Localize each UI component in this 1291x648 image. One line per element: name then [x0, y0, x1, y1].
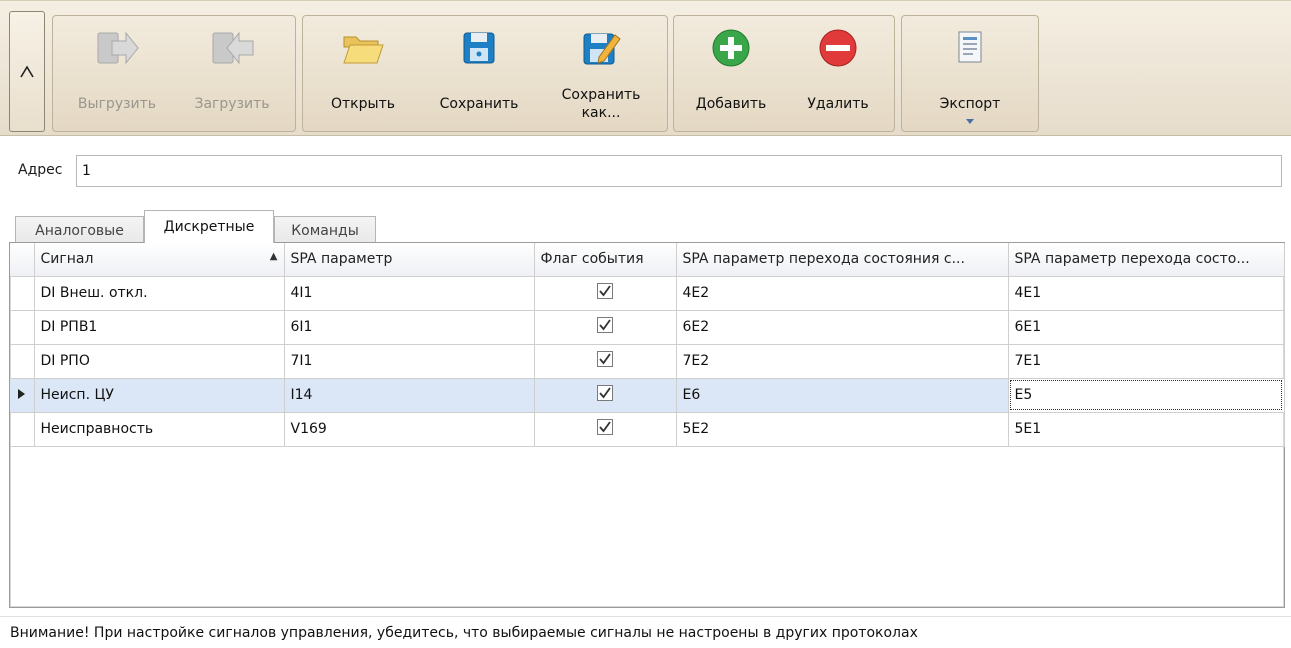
upload-label: Выгрузить — [77, 96, 157, 112]
tab-commands[interactable]: Команды — [274, 216, 376, 244]
cell-transition-2-focused[interactable]: E5 — [1008, 378, 1285, 413]
cell-event-flag[interactable] — [534, 310, 677, 345]
checkbox-checked-icon[interactable] — [597, 351, 613, 367]
upload-button[interactable]: Выгрузить — [61, 16, 173, 131]
floppy-disk-icon — [455, 24, 503, 72]
cell-transition-2[interactable]: 5E1 — [1008, 412, 1285, 447]
table-header-row: Сигнал ▲ SPA параметр Флаг события SPA п… — [10, 243, 1285, 277]
row-indicator-header — [10, 243, 35, 277]
column-header-signal[interactable]: Сигнал ▲ — [34, 243, 285, 277]
column-header-label: Сигнал — [40, 251, 94, 268]
column-header-transition-2[interactable]: SPA параметр перехода состо... — [1008, 243, 1285, 277]
collapse-ribbon-button[interactable] — [9, 11, 45, 132]
cell-spa[interactable]: 4I1 — [284, 276, 535, 311]
column-header-event-flag[interactable]: Флаг события — [534, 243, 677, 277]
cell-event-flag[interactable] — [534, 276, 677, 311]
signals-table: Сигнал ▲ SPA параметр Флаг события SPA п… — [10, 243, 1285, 447]
row-indicator[interactable] — [10, 344, 35, 379]
cell-spa[interactable]: I14 — [284, 378, 535, 413]
cell-transition-2[interactable]: 6E1 — [1008, 310, 1285, 345]
row-indicator[interactable] — [10, 378, 35, 413]
chevron-up-icon — [20, 64, 34, 77]
tab-analog[interactable]: Аналоговые — [15, 216, 144, 244]
warning-status-text: Внимание! При настройке сигналов управле… — [0, 616, 1291, 648]
open-button[interactable]: Открыть — [311, 16, 415, 131]
table-row[interactable]: DI Внеш. откл. 4I1 4E2 4E1 — [10, 276, 1285, 311]
remove-button[interactable]: Удалить — [786, 16, 890, 131]
save-label: Сохранить — [439, 96, 519, 112]
cell-signal[interactable]: Неисп. ЦУ — [34, 378, 285, 413]
add-green-icon — [707, 24, 755, 72]
cell-transition-1[interactable]: 7E2 — [676, 344, 1009, 379]
save-button[interactable]: Сохранить — [421, 16, 537, 131]
cell-transition-2[interactable]: 4E1 — [1008, 276, 1285, 311]
table-row-selected[interactable]: Неисп. ЦУ I14 E6 E5 — [10, 378, 1285, 413]
cell-transition-2[interactable]: 7E1 — [1008, 344, 1285, 379]
export-document-icon — [946, 24, 994, 72]
row-indicator[interactable] — [10, 310, 35, 345]
column-header-spa[interactable]: SPA параметр — [284, 243, 535, 277]
tab-discrete[interactable]: Дискретные — [144, 210, 274, 243]
cell-spa[interactable]: V169 — [284, 412, 535, 447]
checkbox-checked-icon[interactable] — [597, 283, 613, 299]
floppy-disk-edit-icon — [577, 24, 625, 72]
cell-signal[interactable]: DI РПВ1 — [34, 310, 285, 345]
open-label: Открыть — [331, 96, 395, 112]
download-button[interactable]: Загрузить — [175, 16, 289, 131]
add-button[interactable]: Добавить — [680, 16, 782, 131]
download-arrow-icon — [208, 24, 256, 72]
address-label: Адрес — [18, 162, 63, 178]
cell-transition-1[interactable]: 4E2 — [676, 276, 1009, 311]
ribbon-group-export: Экспорт — [901, 15, 1039, 132]
table-row[interactable]: DI РПО 7I1 7E2 7E1 — [10, 344, 1285, 379]
current-row-arrow-icon — [18, 389, 26, 399]
download-label: Загрузить — [194, 96, 270, 112]
add-label: Добавить — [695, 96, 767, 112]
cell-event-flag[interactable] — [534, 378, 677, 413]
save-as-label: Сохранить как... — [561, 87, 641, 121]
upload-arrow-icon — [93, 24, 141, 72]
row-indicator[interactable] — [10, 412, 35, 447]
remove-label: Удалить — [807, 96, 869, 112]
sort-ascending-icon: ▲ — [269, 251, 278, 263]
cell-spa[interactable]: 6I1 — [284, 310, 535, 345]
address-input[interactable] — [76, 155, 1282, 187]
cell-signal[interactable]: DI РПО — [34, 344, 285, 379]
save-as-button[interactable]: Сохранить как... — [541, 16, 661, 131]
cell-signal[interactable]: Неисправность — [34, 412, 285, 447]
row-indicator[interactable] — [10, 276, 35, 311]
cell-transition-1[interactable]: E6 — [676, 378, 1009, 413]
ribbon-group-transfer: Выгрузить Загрузить — [52, 15, 296, 132]
ribbon-toolbar: Выгрузить Загрузить Открыть Сохранить Со… — [0, 0, 1291, 136]
cell-transition-1[interactable]: 6E2 — [676, 310, 1009, 345]
checkbox-checked-icon[interactable] — [597, 385, 613, 401]
table-row[interactable]: Неисправность V169 5E2 5E1 — [10, 412, 1285, 447]
dropdown-arrow-icon — [966, 119, 974, 124]
checkbox-checked-icon[interactable] — [597, 317, 613, 333]
cell-event-flag[interactable] — [534, 344, 677, 379]
cell-spa[interactable]: 7I1 — [284, 344, 535, 379]
cell-transition-1[interactable]: 5E2 — [676, 412, 1009, 447]
checkbox-checked-icon[interactable] — [597, 419, 613, 435]
folder-open-icon — [339, 24, 387, 72]
ribbon-group-edit: Добавить Удалить — [673, 15, 895, 132]
ribbon-group-file: Открыть Сохранить Сохранить как... — [302, 15, 668, 132]
remove-red-icon — [814, 24, 862, 72]
table-row[interactable]: DI РПВ1 6I1 6E2 6E1 — [10, 310, 1285, 345]
cell-signal[interactable]: DI Внеш. откл. — [34, 276, 285, 311]
signals-grid: Сигнал ▲ SPA параметр Флаг события SPA п… — [9, 242, 1285, 608]
column-header-transition-1[interactable]: SPA параметр перехода состояния с... — [676, 243, 1009, 277]
cell-event-flag[interactable] — [534, 412, 677, 447]
export-button[interactable]: Экспорт — [910, 16, 1030, 131]
